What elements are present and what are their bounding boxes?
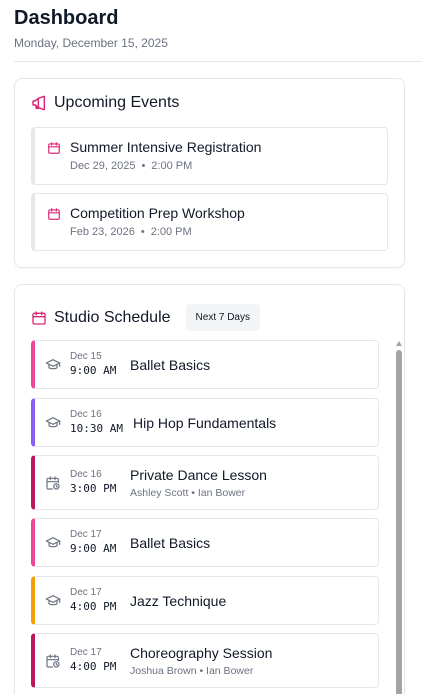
schedule-date: Dec 17 xyxy=(70,647,102,658)
schedule-time: 9:00 AM xyxy=(70,542,117,555)
studio-schedule-heading: Studio Schedule Next 7 Days xyxy=(31,304,260,331)
schedule-date: Dec 15 xyxy=(70,351,102,362)
separator: • xyxy=(141,160,146,172)
dashboard-header: Dashboard Monday, December 15, 2025 xyxy=(14,6,422,50)
event-time: 2:00 PM xyxy=(150,226,192,238)
schedule-item[interactable]: Dec 16 3:00 PM Private Dance Lesson Ashl… xyxy=(31,455,379,510)
event-datetime: Dec 29, 2025 • 2:00 PM xyxy=(70,160,192,172)
graduation-cap-icon xyxy=(45,537,61,548)
event-item[interactable]: Competition Prep Workshop Feb 23, 2026 • 2… xyxy=(31,193,388,251)
schedule-title: Ballet Basics xyxy=(130,357,211,373)
schedule-participants: Ashley Scott • Ian Bower xyxy=(130,487,246,499)
graduation-cap-icon xyxy=(45,359,61,370)
schedule-date: Dec 16 xyxy=(70,469,102,480)
schedule-time: 9:00 AM xyxy=(70,364,117,377)
event-datetime: Feb 23, 2026 • 2:00 PM xyxy=(70,226,192,238)
schedule-item[interactable]: Dec 17 4:00 PM Choreography Session Josh… xyxy=(31,633,379,688)
schedule-item[interactable]: Dec 17 4:00 PM Jazz Technique xyxy=(31,576,379,625)
schedule-item[interactable]: Dec 15 9:00 AM Ballet Basics xyxy=(31,340,379,389)
schedule-date: Dec 17 xyxy=(70,529,102,540)
schedule-time: 4:00 PM xyxy=(70,660,117,673)
graduation-cap-icon xyxy=(45,417,61,428)
event-date: Dec 29, 2025 xyxy=(70,160,136,172)
calendar-icon xyxy=(48,142,60,154)
event-date: Feb 23, 2026 xyxy=(70,226,135,238)
schedule-scrollbar[interactable] xyxy=(395,341,403,694)
studio-schedule-title: Studio Schedule xyxy=(54,308,171,326)
schedule-title: Hip Hop Fundamentals xyxy=(133,415,277,431)
calendar-clock-icon xyxy=(46,654,60,668)
megaphone-icon xyxy=(32,95,46,111)
header-divider xyxy=(14,61,422,62)
schedule-item[interactable]: Dec 16 10:30 AM Hip Hop Fundamentals xyxy=(31,398,379,447)
schedule-participants: Joshua Brown • Ian Bower xyxy=(130,665,254,677)
schedule-title: Choreography Session xyxy=(130,645,273,661)
event-item[interactable]: Summer Intensive Registration Dec 29, 20… xyxy=(31,127,388,185)
schedule-time: 10:30 AM xyxy=(70,422,123,435)
scrollbar-thumb[interactable] xyxy=(396,350,402,694)
schedule-item[interactable]: Dec 17 9:00 AM Ballet Basics xyxy=(31,518,379,567)
page-date: Monday, December 15, 2025 xyxy=(14,36,168,50)
schedule-time: 4:00 PM xyxy=(70,600,117,613)
schedule-time: 3:00 PM xyxy=(70,482,117,495)
schedule-date: Dec 17 xyxy=(70,587,102,598)
schedule-date: Dec 16 xyxy=(70,409,102,420)
scroll-up-arrow-icon[interactable] xyxy=(396,341,402,346)
event-title: Competition Prep Workshop xyxy=(70,205,245,221)
upcoming-events-heading: Upcoming Events xyxy=(31,94,179,112)
event-time: 2:00 PM xyxy=(151,160,193,172)
page-title: Dashboard xyxy=(14,7,119,29)
upcoming-events-card: Upcoming Events Summer Intensive Registr… xyxy=(14,78,405,268)
graduation-cap-icon xyxy=(45,595,61,606)
schedule-title: Jazz Technique xyxy=(130,593,227,609)
date-range-badge: Next 7 Days xyxy=(185,304,260,331)
upcoming-events-title: Upcoming Events xyxy=(54,94,180,111)
separator: • xyxy=(140,226,145,238)
calendar-icon xyxy=(32,310,46,325)
calendar-icon xyxy=(48,208,60,220)
schedule-title: Ballet Basics xyxy=(130,535,211,551)
calendar-clock-icon xyxy=(46,476,60,490)
studio-schedule-card: Studio Schedule Next 7 Days Dec 15 9:00 … xyxy=(14,284,405,694)
event-title: Summer Intensive Registration xyxy=(70,139,262,155)
schedule-title: Private Dance Lesson xyxy=(130,467,267,483)
